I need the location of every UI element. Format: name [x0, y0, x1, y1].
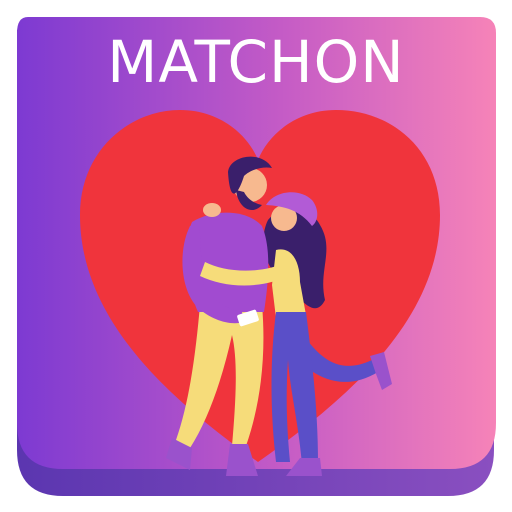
man-hand — [203, 203, 221, 217]
app-icon[interactable]: MATCHON — [0, 0, 512, 512]
app-title: MATCHON — [107, 28, 405, 96]
